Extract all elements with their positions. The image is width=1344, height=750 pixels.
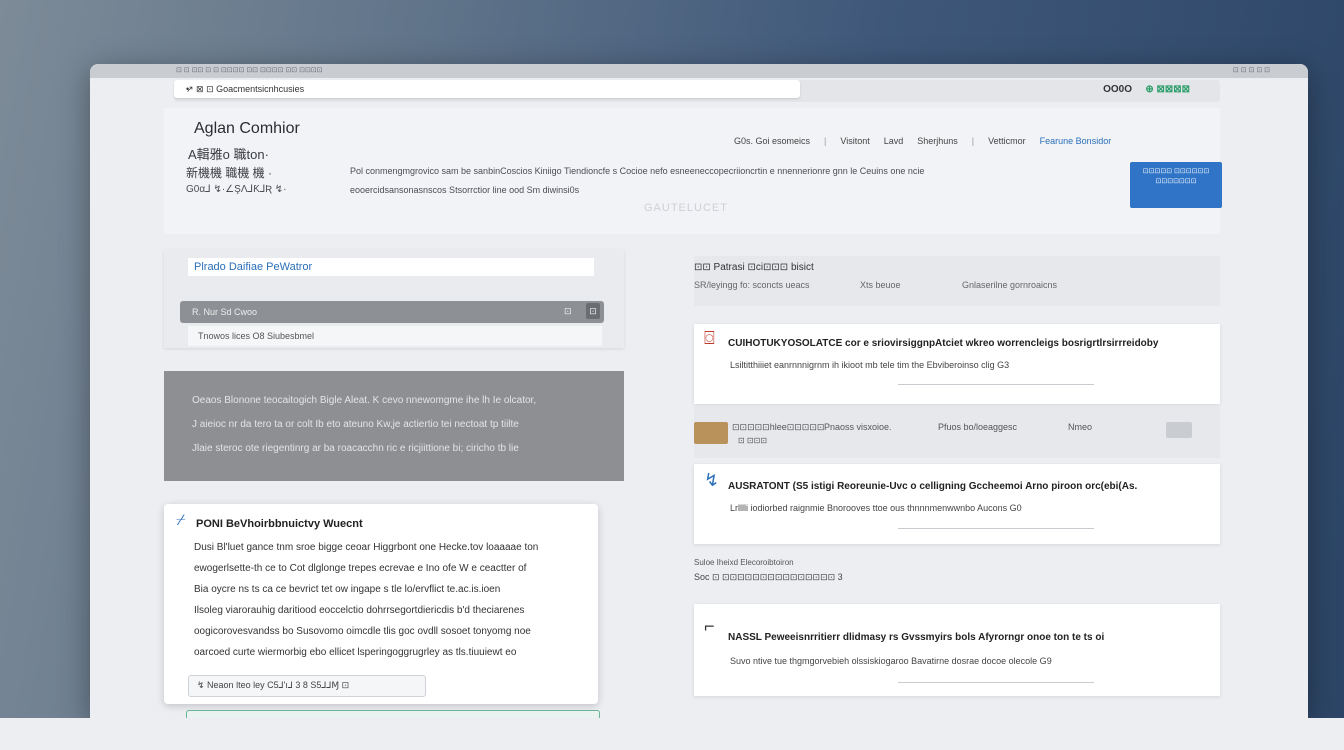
- list-item-subtitle: Suvo ntive tue thgmgorvebieh olssiskioga…: [730, 656, 1052, 666]
- url-input[interactable]: ↗ ⊠ ⊡ Goacmentsicnhcusies •: [174, 80, 800, 98]
- results-col-3[interactable]: Gnlaserilne gornroaicns: [962, 280, 1057, 290]
- nav-separator: |: [971, 136, 975, 146]
- card-line: Dusi Bl'luet gance tnm sroe bigge ceoar …: [194, 542, 539, 553]
- address-bar: ↗ ⊠ ⊡ Goacmentsicnhcusies • OO0O ⊕ ⊠⊠⊠⊠: [174, 80, 1220, 102]
- panel-title-field[interactable]: Plrado Daifiae PeWatror: [188, 258, 594, 276]
- card-line: oogicorovesvandss bo Susovomo oimcdle tl…: [194, 626, 531, 637]
- cta-button[interactable]: ⊡⊡⊡⊡⊡ ⊡⊡⊡⊡⊡⊡ ⊡⊡⊡⊡⊡⊡⊡: [1130, 162, 1222, 208]
- search-bar[interactable]: R. Nur Sd Cwoo ⊡ ⊡: [180, 301, 604, 323]
- list-item-title: NASSL Peweeisnrritierr dlidmasy rs Gvssm…: [728, 632, 1105, 643]
- brand-subtitle-3: G0α⅃ ↯·∠ŞΛ⅃Ƙ⅃Ʀ ↯·: [186, 184, 287, 195]
- info-line: Jlaie steroc ote riegentinrg ar ba roaca…: [192, 443, 519, 454]
- card-line: oarcoed curte wiermorbig ebo ellicet lsp…: [194, 647, 517, 658]
- card-line: ewogerlsette-th ce to Cot dlglonge trepe…: [194, 563, 527, 574]
- search-hint: Tnowos lices O8 Siubesbmel: [188, 326, 602, 346]
- alert-icon: ⌼: [704, 328, 715, 348]
- row-col-2: Pnaoss visxoioe.: [824, 422, 892, 432]
- status-indicator[interactable]: OO0O: [1103, 84, 1132, 95]
- window-controls[interactable]: ⊡ ⊡ ⊡ ⊡ ⊡: [1233, 66, 1270, 74]
- list-item-subtitle: Lsiltitthiiiet eanrnnnigrnm ih ikioot mb…: [730, 360, 1010, 370]
- pen-icon: ⌿: [176, 512, 186, 529]
- bracket-icon: ⌐: [704, 616, 715, 636]
- nav-item-1[interactable]: G0s. Goi esomeics: [734, 136, 810, 146]
- card-meta-text: ↯ Neaon lteo ley C5⅃'ı⅃ 3 8 S5⅃⅃Ɱ ⊡: [197, 680, 350, 690]
- url-text: ↗ ⊠ ⊡ Goacmentsicnhcusies: [186, 84, 305, 94]
- header-description-2: eooercidsansonasnscos Stsorrctior line o…: [350, 185, 580, 195]
- app-window: ⊡ ⊡ ⊡⊡ ⊡ ⊡ ⊡⊡⊡⊡ ⊡⊡ ⊡⊡⊡⊡ ⊡⊡ ⊡⊡⊡⊡ ⊡ ⊡ ⊡ ⊡ …: [90, 64, 1308, 718]
- nav-item-4[interactable]: Sherjhuns: [917, 136, 958, 146]
- card-line: Bia oycre ns ts ca ce bevrict tet ow ing…: [194, 584, 501, 595]
- results-title: ⊡⊡ Patrasi ⊡ci⊡⊡⊡ bisict: [694, 262, 814, 273]
- row-sublabel: ⊡ ⊡⊡⊡: [738, 436, 768, 445]
- progress-strip: [186, 710, 600, 718]
- info-line: J aieioc nr da tero ta or colt Ib eto at…: [192, 419, 519, 430]
- divider: [898, 384, 1094, 385]
- card-heading[interactable]: PONI BeVhoirbbnuictvy Wuecnt: [196, 518, 363, 530]
- list-item-title: CUIHOTUKYOSOLATCE cor e sriovirsiggnpAtc…: [728, 338, 1159, 349]
- brand-subtitle-2: 新機機 職機 機 ·: [186, 166, 272, 180]
- brand-title[interactable]: Aglan Comhior: [194, 120, 300, 138]
- nav-separator: |: [824, 136, 827, 146]
- secure-dot-icon: •: [186, 84, 190, 94]
- header-watermark: GAUTELUCET: [644, 202, 728, 214]
- brand-subtitle: A輯雅o 職ton·: [188, 147, 269, 162]
- card-meta[interactable]: ↯ Neaon lteo ley C5⅃'ı⅃ 3 8 S5⅃⅃Ɱ ⊡: [188, 675, 426, 697]
- header-description: Pol conmengmgrovico sam be sanbinCoscios…: [350, 166, 925, 176]
- section-note-2: Soc ⊡ ⊡⊡⊡⊡⊡⊡⊡⊡⊡⊡⊡⊡⊡⊡⊡ 3: [694, 572, 843, 582]
- divider: [898, 528, 1094, 529]
- results-header: ⊡⊡ Patrasi ⊡ci⊡⊡⊡ bisict SR/leyingg fo: …: [694, 256, 1220, 306]
- info-block: Oeaos Blonone teocaitogich Bigle Aleat. …: [164, 371, 624, 481]
- info-line: Oeaos Blonone teocaitogich Bigle Aleat. …: [192, 395, 537, 406]
- article-card: ⌿ PONI BeVhoirbbnuictvy Wuecnt Dusi Bl'l…: [164, 504, 598, 704]
- row-col-3: Pfuos bo/loeaggesc: [938, 422, 1018, 432]
- search-panel: Plrado Daifiae PeWatror R. Nur Sd Cwoo ⊡…: [164, 250, 624, 348]
- nav-item-3[interactable]: Lavd: [884, 136, 904, 146]
- row-tag[interactable]: [1166, 422, 1192, 438]
- page-header: Aglan Comhior A輯雅o 職ton· 新機機 職機 機 · G0α⅃…: [164, 108, 1222, 234]
- panel-title: Plrado Daifiae PeWatror: [194, 261, 313, 273]
- list-row[interactable]: ⊡⊡⊡⊡⊡hlee⊡⊡⊡⊡⊡ ⊡ ⊡⊡⊡ Pnaoss visxoioe. Pf…: [694, 406, 1220, 458]
- divider: [898, 682, 1094, 683]
- filter-icon[interactable]: ⊡: [586, 303, 600, 319]
- row-label: ⊡⊡⊡⊡⊡hlee⊡⊡⊡⊡⊡: [732, 422, 825, 432]
- account-badge[interactable]: ⊕ ⊠⊠⊠⊠: [1145, 84, 1190, 95]
- search-bar-text: R. Nur Sd Cwoo: [192, 307, 258, 317]
- title-bar: ⊡ ⊡ ⊡⊡ ⊡ ⊡ ⊡⊡⊡⊡ ⊡⊡ ⊡⊡⊡⊡ ⊡⊡ ⊡⊡⊡⊡ ⊡ ⊡ ⊡ ⊡ …: [90, 64, 1308, 78]
- nav-item-5[interactable]: Vetticmor: [988, 136, 1026, 146]
- top-nav: G0s. Goi esomeics | Visitont Lavd Sherjh…: [734, 136, 1111, 146]
- lightning-icon: ↯: [704, 470, 720, 490]
- taskbar: [0, 718, 1344, 750]
- search-hint-text: Tnowos lices O8 Siubesbmel: [198, 331, 315, 341]
- search-icon[interactable]: ⊡: [564, 306, 572, 317]
- list-item[interactable]: ⌐ NASSL Peweeisnrritierr dlidmasy rs Gvs…: [694, 604, 1220, 696]
- card-line: Ilsoleg viarorauhig daritiood eoccelctio…: [194, 605, 525, 616]
- results-col-2[interactable]: Xts beuoe: [860, 280, 901, 290]
- window-title: ⊡ ⊡ ⊡⊡ ⊡ ⊡ ⊡⊡⊡⊡ ⊡⊡ ⊡⊡⊡⊡ ⊡⊡ ⊡⊡⊡⊡: [176, 67, 323, 74]
- list-item[interactable]: ↯ AUSRATONT (S5 istigi Reoreunie-Uvc o c…: [694, 464, 1220, 544]
- list-item-title: AUSRATONT (S5 istigi Reoreunie-Uvc o cel…: [728, 481, 1138, 492]
- section-note: Suloe Iheixd Elecoroibtoiron: [694, 558, 794, 567]
- list-item[interactable]: ⌼ CUIHOTUKYOSOLATCE cor e sriovirsiggnpA…: [694, 324, 1220, 404]
- nav-item-featured[interactable]: Fearune Bonsidor: [1040, 136, 1112, 146]
- results-col-1[interactable]: SR/leyingg fo: sconcts ueacs: [694, 280, 810, 290]
- thumbnail: [694, 422, 728, 444]
- list-item-subtitle: Lrlllli iodiorbed raignmie Bnorooves tto…: [730, 503, 1022, 513]
- row-col-4: Nmeo: [1068, 422, 1093, 432]
- nav-item-2[interactable]: Visitont: [840, 136, 869, 146]
